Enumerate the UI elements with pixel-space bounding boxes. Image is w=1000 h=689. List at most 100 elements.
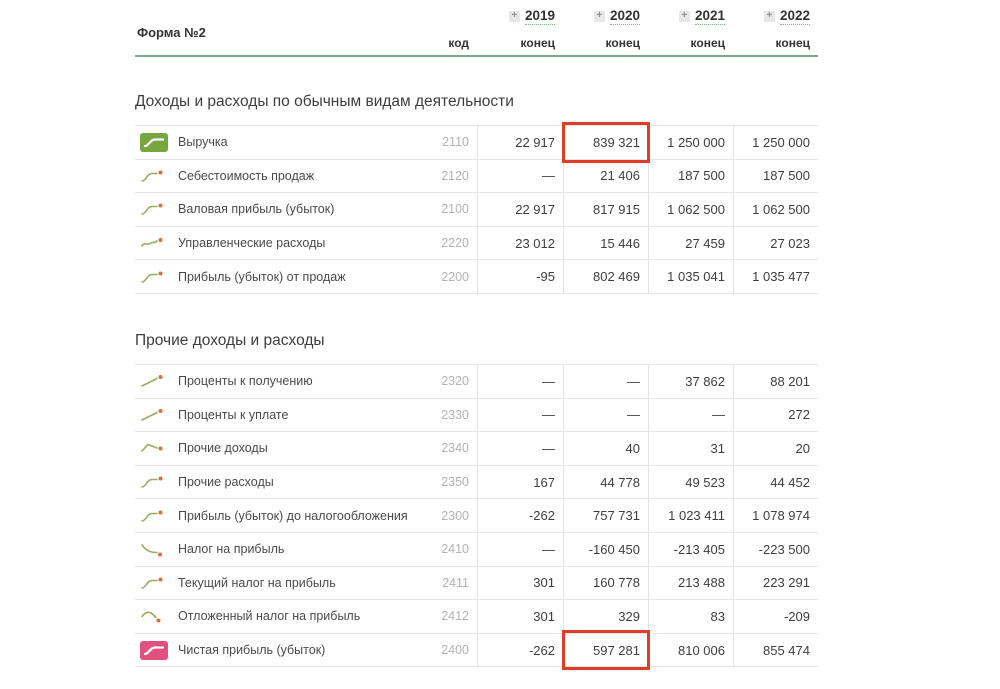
year-label-2019[interactable]: 2019 <box>525 8 555 25</box>
value-cell-2019: 167 <box>477 466 563 499</box>
value-cell-2020: 757 731 <box>563 499 648 532</box>
row-code: 2330 <box>441 408 469 422</box>
row-code: 2350 <box>441 475 469 489</box>
indicator-cell: Выручка 2110 <box>135 126 477 159</box>
row-label: Проценты к получению <box>178 374 313 388</box>
value-cell-2019: — <box>477 533 563 566</box>
badge-green-icon[interactable] <box>140 133 168 152</box>
section-title: Прочие доходы и расходы <box>135 332 818 350</box>
period-label: конец <box>691 36 725 50</box>
indicator-cell: Текущий налог на прибыль 2411 <box>135 567 477 600</box>
table-row: Прочие расходы 2350 16744 77849 52344 45… <box>135 466 818 500</box>
spark-up-icon[interactable] <box>140 407 168 423</box>
value-cell-2022: 1 078 974 <box>733 499 818 532</box>
year-column-header: + 2022 конец <box>733 0 818 55</box>
value-cell-2021: 27 459 <box>648 227 733 260</box>
row-code: 2411 <box>442 576 469 590</box>
value-cell-2020: 21 406 <box>563 160 648 193</box>
year-column-header: + 2020 конец <box>563 0 648 55</box>
value-cell-2021: 49 523 <box>648 466 733 499</box>
value-cell-2020: 839 321 <box>563 126 648 159</box>
expand-year-button[interactable]: + <box>594 11 605 22</box>
spark-rise-icon[interactable] <box>140 474 168 490</box>
spark-up-icon[interactable] <box>140 373 168 389</box>
value-cell-2021: 1 023 411 <box>648 499 733 532</box>
spark-wavy-icon[interactable] <box>140 235 168 251</box>
value-cell-2019: — <box>477 160 563 193</box>
expand-year-button[interactable]: + <box>764 11 775 22</box>
spark-rise-icon[interactable] <box>140 508 168 524</box>
row-code: 2410 <box>441 542 469 556</box>
expand-year-button[interactable]: + <box>679 11 690 22</box>
value-cell-2022: -209 <box>733 600 818 633</box>
indicator-cell: Чистая прибыль (убыток) 2400 <box>135 634 477 667</box>
row-label: Налог на прибыль <box>178 542 284 556</box>
report-section: Доходы и расходы по обычным видам деятел… <box>135 93 818 294</box>
spark-rise-icon[interactable] <box>140 201 168 217</box>
value-cell-2022: -223 500 <box>733 533 818 566</box>
indicator-cell: Валовая прибыль (убыток) 2100 <box>135 193 477 226</box>
period-label: конец <box>521 36 555 50</box>
section-table: Выручка 2110 22 917839 3211 250 0001 250… <box>135 125 818 294</box>
table-row: Текущий налог на прибыль 2411 301160 778… <box>135 567 818 601</box>
indicator-cell: Прибыль (убыток) до налогообложения 2300 <box>135 499 477 532</box>
value-cell-2022: 1 250 000 <box>733 126 818 159</box>
row-code: 2110 <box>442 135 469 149</box>
value-cell-2021: 83 <box>648 600 733 633</box>
row-label: Управленческие расходы <box>178 236 325 250</box>
value-cell-2022: 27 023 <box>733 227 818 260</box>
spark-fall-icon[interactable] <box>140 541 168 557</box>
value-cell-2020: 44 778 <box>563 466 648 499</box>
year-column-header: + 2019 конец <box>477 0 563 55</box>
sections: Доходы и расходы по обычным видам деятел… <box>135 93 818 667</box>
value-cell-2020: — <box>563 365 648 398</box>
value-cell-2021: 1 035 041 <box>648 260 733 293</box>
indicator-cell: Проценты к уплате 2330 <box>135 399 477 432</box>
value-cell-2021: 37 862 <box>648 365 733 398</box>
year-label-2020[interactable]: 2020 <box>610 8 640 25</box>
row-code: 2200 <box>441 270 469 284</box>
indicator-cell: Проценты к получению 2320 <box>135 365 477 398</box>
row-label: Отложенный налог на прибыль <box>178 609 360 623</box>
indicator-cell: Отложенный налог на прибыль 2412 <box>135 600 477 633</box>
row-label: Прочие расходы <box>178 475 274 489</box>
value-cell-2019: -262 <box>477 499 563 532</box>
year-label-2022[interactable]: 2022 <box>780 8 810 25</box>
indicator-cell: Прибыль (убыток) от продаж 2200 <box>135 260 477 293</box>
spark-rise-icon[interactable] <box>140 575 168 591</box>
indicator-cell: Управленческие расходы 2220 <box>135 227 477 260</box>
indicator-cell: Себестоимость продаж 2120 <box>135 160 477 193</box>
row-label: Выручка <box>178 135 228 149</box>
spark-rise-icon[interactable] <box>140 168 168 184</box>
row-label: Себестоимость продаж <box>178 169 314 183</box>
year-column-header: + 2021 конец <box>648 0 733 55</box>
badge-pink-icon[interactable] <box>140 641 168 660</box>
value-cell-2019: 22 917 <box>477 126 563 159</box>
indicator-cell: Прочие расходы 2350 <box>135 466 477 499</box>
value-cell-2019: 301 <box>477 567 563 600</box>
table-row: Прибыль (убыток) до налогообложения 2300… <box>135 499 818 533</box>
row-code: 2300 <box>441 509 469 523</box>
row-label: Валовая прибыль (убыток) <box>178 202 334 216</box>
expand-year-button[interactable]: + <box>509 11 520 22</box>
value-cell-2022: 88 201 <box>733 365 818 398</box>
row-label: Прибыль (убыток) от продаж <box>178 270 346 284</box>
value-cell-2020: 329 <box>563 600 648 633</box>
value-cell-2019: 301 <box>477 600 563 633</box>
spark-rise-icon[interactable] <box>140 269 168 285</box>
value-cell-2020: — <box>563 399 648 432</box>
value-cell-2019: — <box>477 399 563 432</box>
year-label-2021[interactable]: 2021 <box>695 8 725 25</box>
row-label: Чистая прибыль (убыток) <box>178 643 325 657</box>
table-row: Себестоимость продаж 2120 —21 406187 500… <box>135 160 818 194</box>
spark-peak-icon[interactable] <box>140 440 168 456</box>
spark-hump-icon[interactable] <box>140 608 168 624</box>
section-title: Доходы и расходы по обычным видам деятел… <box>135 93 818 111</box>
row-code: 2100 <box>441 202 469 216</box>
value-cell-2020: -160 450 <box>563 533 648 566</box>
section-table: Проценты к получению 2320 ——37 86288 201… <box>135 364 818 667</box>
financial-report: Форма №2 код + 2019 конец + 2020 конец +… <box>135 0 818 667</box>
value-cell-2022: 20 <box>733 432 818 465</box>
value-cell-2022: 44 452 <box>733 466 818 499</box>
value-cell-2020: 160 778 <box>563 567 648 600</box>
